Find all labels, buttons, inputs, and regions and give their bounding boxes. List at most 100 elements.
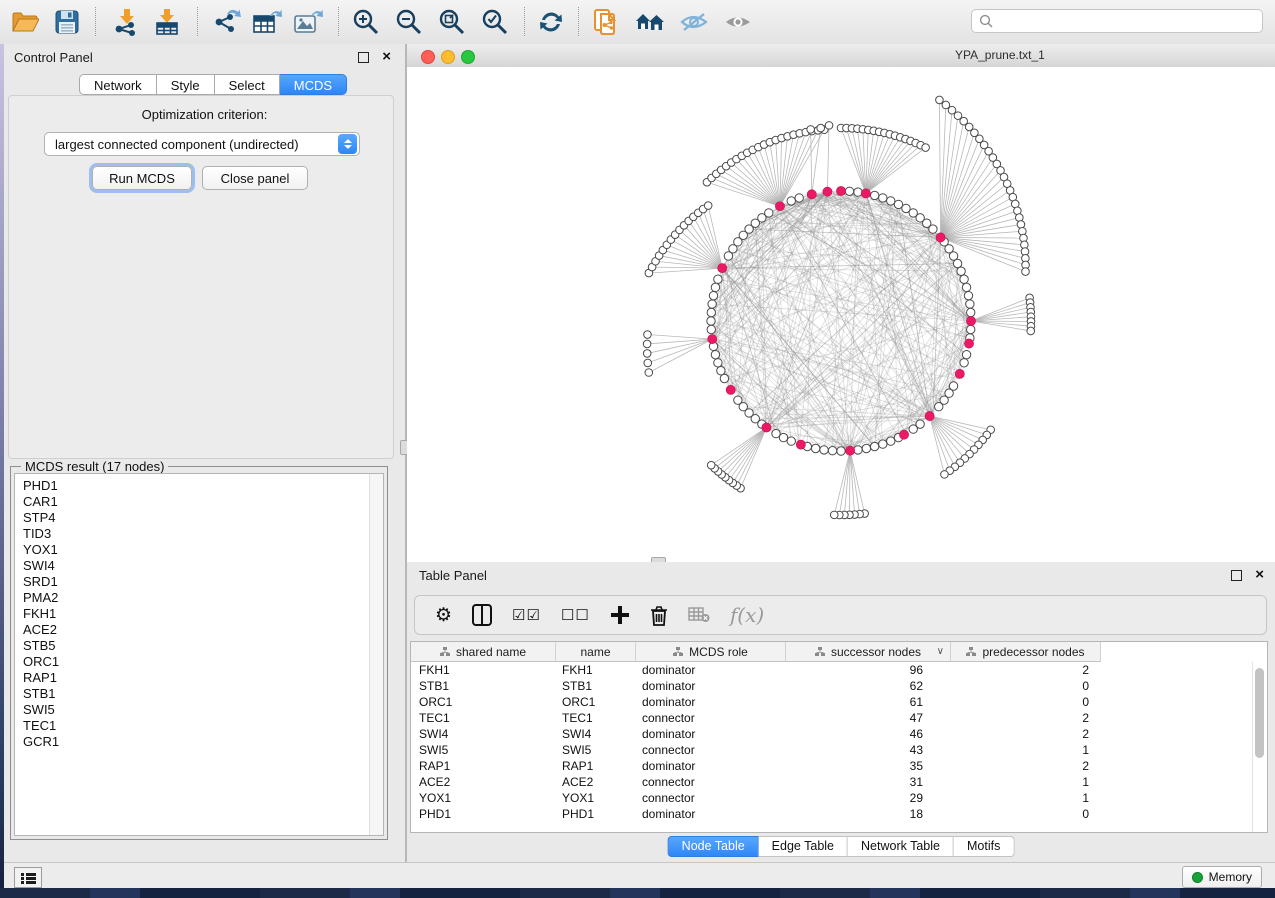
mcds-result-item[interactable]: PMA2 bbox=[23, 590, 59, 606]
table-cell: 1 bbox=[951, 775, 1101, 789]
column-header-predecessor-nodes[interactable]: predecessor nodes bbox=[951, 642, 1101, 662]
tab-network-table[interactable]: Network Table bbox=[848, 836, 954, 857]
function-builder-icon[interactable]: f(x) bbox=[730, 603, 764, 627]
tab-select[interactable]: Select bbox=[215, 74, 280, 95]
mcds-result-item[interactable]: STP4 bbox=[23, 510, 59, 526]
zoom-fit-icon[interactable] bbox=[437, 7, 467, 37]
network-window-titlebar[interactable]: YPA_prune.txt_1 bbox=[407, 44, 1275, 68]
task-history-button[interactable] bbox=[14, 867, 42, 888]
table-scrollbar[interactable] bbox=[1252, 662, 1267, 832]
close-table-panel-icon[interactable]: × bbox=[1255, 566, 1264, 583]
mcds-result-item[interactable]: ACE2 bbox=[23, 622, 59, 638]
network-graph[interactable] bbox=[407, 67, 1275, 562]
table-options-gear-icon[interactable]: ⚙ bbox=[435, 602, 452, 628]
float-table-panel-icon[interactable] bbox=[1231, 570, 1242, 581]
table-cell: dominator bbox=[636, 695, 786, 709]
mcds-result-item[interactable]: ORC1 bbox=[23, 654, 59, 670]
table-scrollbar-thumb[interactable] bbox=[1255, 668, 1264, 758]
tab-style[interactable]: Style bbox=[157, 74, 215, 95]
mcds-result-item[interactable]: SRD1 bbox=[23, 574, 59, 590]
hide-graphics-details-icon[interactable] bbox=[679, 7, 709, 37]
table-row[interactable]: ACE2ACE2connector311 bbox=[411, 774, 1253, 790]
show-graphics-details-icon[interactable] bbox=[723, 7, 753, 37]
column-header-successor-nodes[interactable]: successor nodes∨ bbox=[786, 642, 951, 662]
close-panel-icon[interactable]: × bbox=[382, 48, 391, 65]
mcds-result-item[interactable]: FKH1 bbox=[23, 606, 59, 622]
close-window-traffic-light[interactable] bbox=[421, 50, 435, 64]
table-row[interactable]: FKH1FKH1dominator962 bbox=[411, 662, 1253, 678]
node-table[interactable]: shared namenameMCDS rolesuccessor nodes∨… bbox=[410, 641, 1268, 833]
table-row[interactable]: RAP1RAP1dominator352 bbox=[411, 758, 1253, 774]
export-table-icon[interactable] bbox=[252, 7, 282, 37]
table-cell: 1 bbox=[951, 743, 1101, 757]
table-cell: TEC1 bbox=[411, 711, 556, 725]
table-panel-tabs: Node TableEdge TableNetwork TableMotifs bbox=[668, 836, 1015, 855]
table-row[interactable]: TEC1TEC1connector472 bbox=[411, 710, 1253, 726]
tab-edge-table[interactable]: Edge Table bbox=[759, 836, 848, 857]
mcds-result-item[interactable]: GCR1 bbox=[23, 734, 59, 750]
table-row[interactable]: YOX1YOX1connector291 bbox=[411, 790, 1253, 806]
zoom-selected-icon[interactable] bbox=[480, 7, 510, 37]
mcds-result-item[interactable]: PHD1 bbox=[23, 478, 59, 494]
tab-network[interactable]: Network bbox=[79, 74, 157, 95]
mcds-result-item[interactable]: CAR1 bbox=[23, 494, 59, 510]
mcds-result-item[interactable]: STB1 bbox=[23, 686, 59, 702]
status-bar: Memory bbox=[4, 862, 1275, 888]
optimization-criterion-select[interactable]: largest connected component (undirected) bbox=[44, 132, 360, 156]
search-input[interactable] bbox=[998, 13, 1262, 29]
column-header-name[interactable]: name bbox=[556, 642, 636, 662]
mcds-result-item[interactable]: YOX1 bbox=[23, 542, 59, 558]
memory-button[interactable]: Memory bbox=[1182, 866, 1262, 888]
table-cell: connector bbox=[636, 791, 786, 805]
tab-mcds[interactable]: MCDS bbox=[280, 74, 347, 95]
float-panel-icon[interactable] bbox=[358, 52, 369, 63]
refresh-network-icon[interactable] bbox=[536, 7, 566, 37]
show-column-icon[interactable] bbox=[472, 602, 492, 628]
mcds-result-item[interactable]: STB5 bbox=[23, 638, 59, 654]
mcds-result-list[interactable]: PHD1CAR1STP4TID3YOX1SWI4SRD1PMA2FKH1ACE2… bbox=[14, 473, 384, 836]
close-panel-button[interactable]: Close panel bbox=[202, 166, 308, 190]
select-all-icon[interactable]: ☑☑ bbox=[512, 602, 541, 628]
mcds-result-item[interactable]: TID3 bbox=[23, 526, 59, 542]
table-row[interactable]: SWI4SWI4dominator462 bbox=[411, 726, 1253, 742]
control-panel-header: Control Panel × bbox=[4, 44, 405, 70]
tab-motifs[interactable]: Motifs bbox=[954, 836, 1014, 857]
column-header-MCDS-role[interactable]: MCDS role bbox=[636, 642, 786, 662]
column-header-shared-name[interactable]: shared name bbox=[411, 642, 556, 662]
zoom-window-traffic-light[interactable] bbox=[461, 50, 475, 64]
search-box[interactable] bbox=[971, 9, 1263, 33]
tab-node-table[interactable]: Node Table bbox=[668, 836, 759, 857]
add-column-icon[interactable] bbox=[610, 602, 630, 628]
zoom-out-icon[interactable] bbox=[394, 7, 424, 37]
mcds-result-item[interactable]: SWI5 bbox=[23, 702, 59, 718]
table-cell: dominator bbox=[636, 727, 786, 741]
delete-table-icon[interactable] bbox=[688, 602, 710, 628]
minimize-window-traffic-light[interactable] bbox=[441, 50, 455, 64]
table-cell: 18 bbox=[786, 807, 951, 821]
table-cell: 0 bbox=[951, 679, 1101, 693]
memory-label: Memory bbox=[1209, 870, 1252, 884]
duplicate-network-icon[interactable] bbox=[591, 7, 621, 37]
table-row[interactable]: ORC1ORC1dominator610 bbox=[411, 694, 1253, 710]
export-network-icon[interactable] bbox=[212, 7, 242, 37]
deselect-all-icon[interactable]: ☐☐ bbox=[561, 602, 590, 628]
table-row[interactable]: SWI5SWI5connector431 bbox=[411, 742, 1253, 758]
run-mcds-button[interactable]: Run MCDS bbox=[92, 166, 192, 190]
open-file-icon[interactable] bbox=[10, 7, 40, 37]
table-row[interactable]: PHD1PHD1dominator180 bbox=[411, 806, 1253, 822]
import-network-icon[interactable] bbox=[111, 7, 141, 37]
mcds-result-item[interactable]: SWI4 bbox=[23, 558, 59, 574]
mcds-result-item[interactable]: TEC1 bbox=[23, 718, 59, 734]
first-neighbors-icon[interactable] bbox=[635, 7, 665, 37]
delete-column-icon[interactable] bbox=[650, 602, 668, 628]
mcds-list-scrollbar[interactable] bbox=[369, 474, 383, 835]
import-table-icon[interactable] bbox=[152, 7, 182, 37]
network-view[interactable] bbox=[407, 67, 1275, 562]
export-image-icon[interactable] bbox=[293, 7, 323, 37]
mcds-result-item[interactable]: RAP1 bbox=[23, 670, 59, 686]
save-session-icon[interactable] bbox=[52, 7, 82, 37]
zoom-in-icon[interactable] bbox=[351, 7, 381, 37]
control-panel-title: Control Panel bbox=[14, 50, 93, 65]
table-cell: TEC1 bbox=[556, 711, 636, 725]
table-row[interactable]: STB1STB1dominator620 bbox=[411, 678, 1253, 694]
